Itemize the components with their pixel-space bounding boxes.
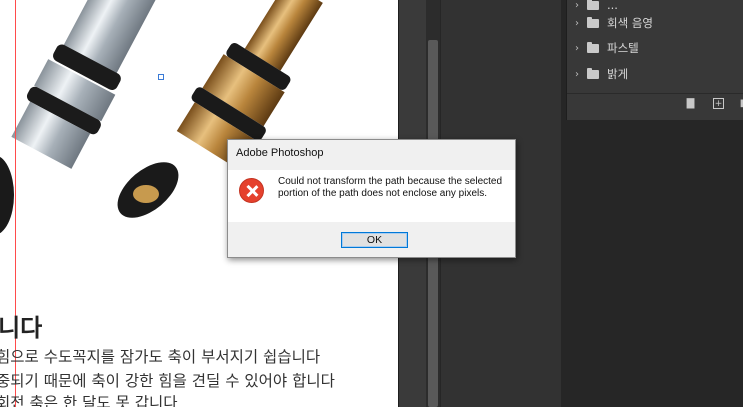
canvas-body-line: 힘으로 수도꼭지를 잠가도 축이 부서지기 쉽습니다 bbox=[0, 348, 321, 366]
layers-panel: › ... › 회색 음영 › 파스텔 › 밝게 ▇ + ▮ bbox=[566, 0, 743, 120]
error-dialog: Adobe Photoshop Could not transform the … bbox=[227, 139, 516, 258]
delete-icon[interactable]: ▮ bbox=[737, 98, 743, 109]
layers-panel-footer: ▇ + ▮ bbox=[567, 93, 743, 113]
layer-group-label: 밝게 bbox=[607, 67, 629, 81]
empty-panel-area bbox=[566, 120, 743, 407]
photoshop-window: 습니다 힘으로 수도꼭지를 잠가도 축이 부서지기 쉽습니다 중되기 때문에 축… bbox=[0, 0, 743, 407]
chevron-right-icon[interactable]: › bbox=[575, 43, 583, 54]
folder-icon bbox=[587, 16, 599, 28]
layer-group-row[interactable]: › 밝게 bbox=[567, 61, 743, 87]
canvas-headline: 습니다 bbox=[0, 314, 43, 342]
layer-group-label: 파스텔 bbox=[607, 41, 639, 55]
dialog-body: Could not transform the path because the… bbox=[228, 170, 515, 222]
chevron-right-icon[interactable]: › bbox=[575, 18, 583, 29]
folder-icon bbox=[587, 67, 599, 79]
dialog-message: Could not transform the path because the… bbox=[278, 176, 503, 199]
layer-group-row[interactable]: › 파스텔 bbox=[567, 35, 743, 61]
folder-icon bbox=[587, 41, 599, 53]
ok-button[interactable]: OK bbox=[341, 232, 408, 248]
error-icon bbox=[239, 178, 264, 203]
chevron-right-icon[interactable]: › bbox=[575, 0, 583, 11]
dialog-title: Adobe Photoshop bbox=[236, 147, 324, 159]
path-anchor-point[interactable] bbox=[158, 74, 164, 80]
new-group-icon[interactable]: ▇ bbox=[685, 98, 696, 109]
canvas-body-line: 중되기 때문에 축이 강한 힘을 견딜 수 있어야 합니다 bbox=[0, 372, 335, 390]
new-layer-icon[interactable]: + bbox=[713, 98, 724, 109]
folder-icon bbox=[587, 0, 599, 10]
layer-group-row[interactable]: › 회색 음영 bbox=[567, 10, 743, 36]
chevron-right-icon[interactable]: › bbox=[575, 69, 583, 80]
layer-group-label: 회색 음영 bbox=[607, 16, 653, 30]
canvas-body-line: 회전 축은 한 달도 못 갑니다 bbox=[0, 394, 178, 407]
